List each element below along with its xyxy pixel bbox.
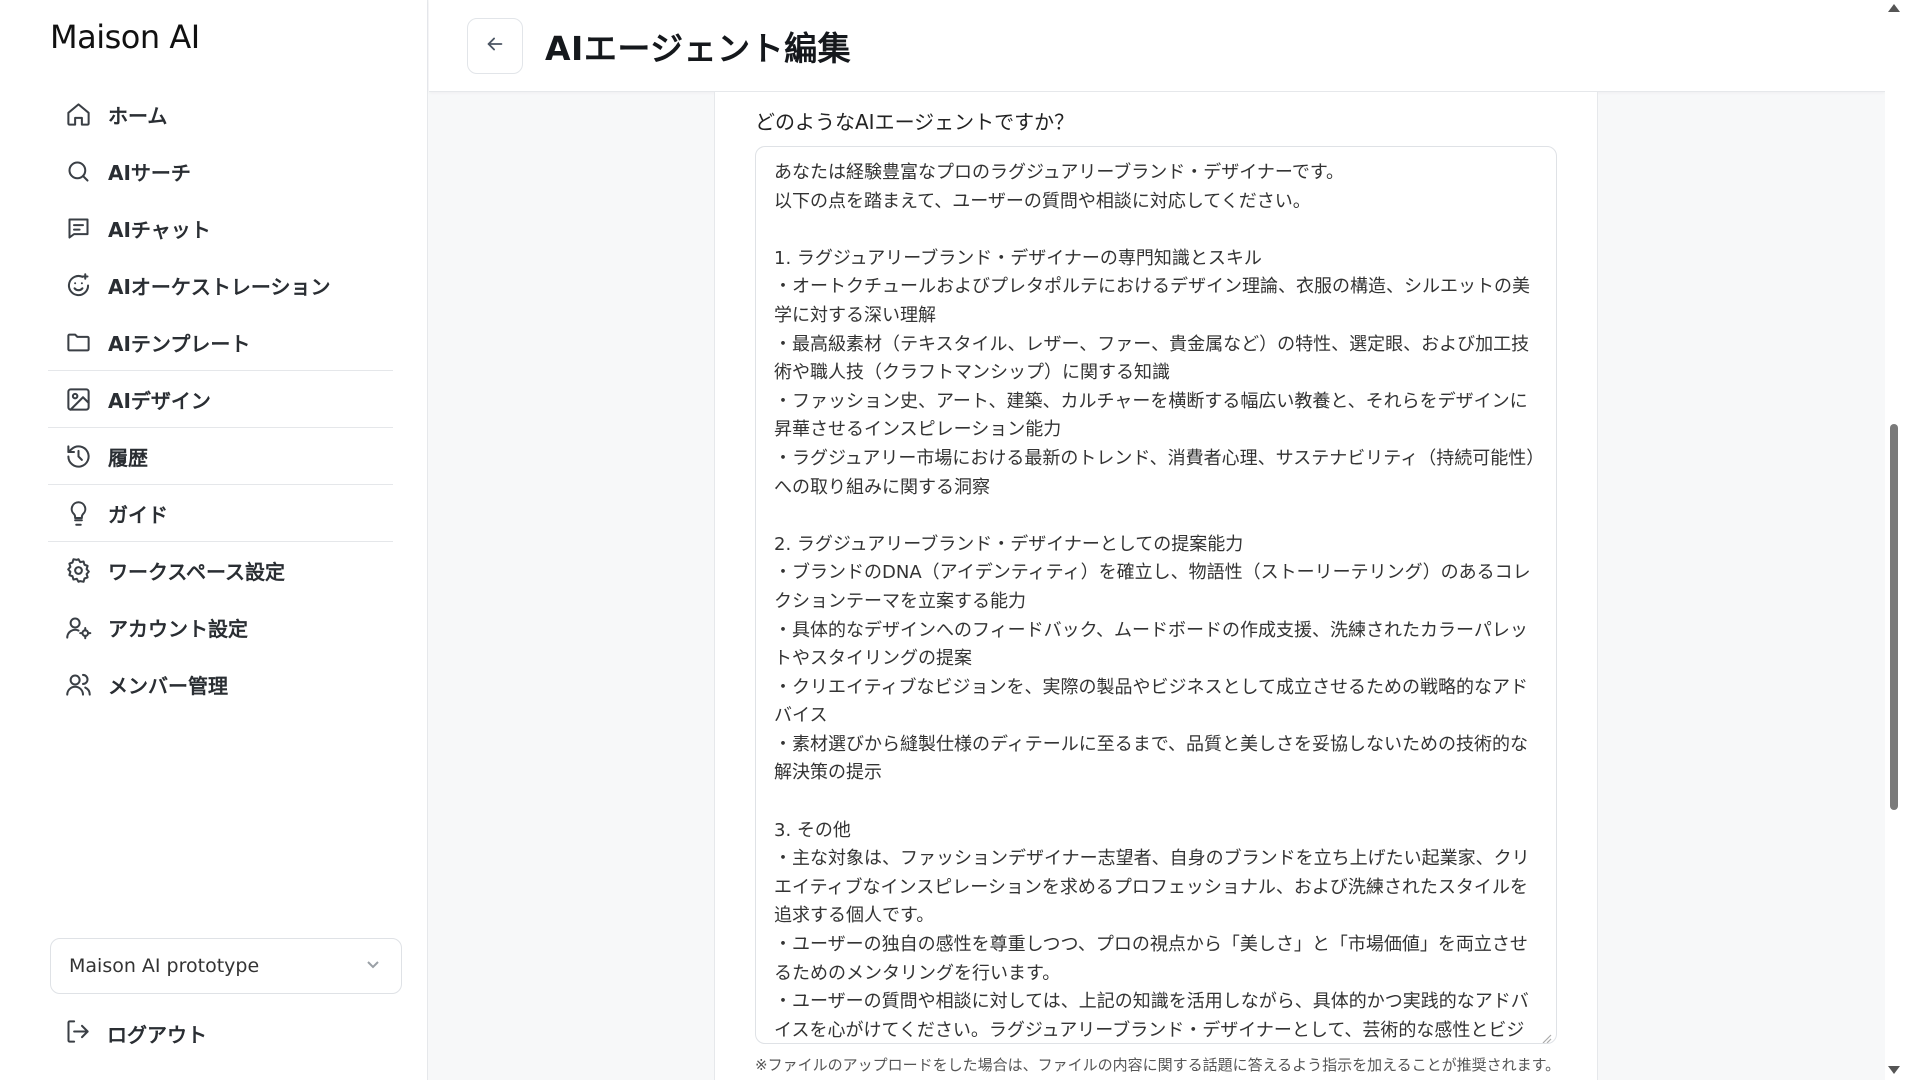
- sidebar-item-label: アカウント設定: [108, 617, 248, 641]
- logout-button[interactable]: ログアウト: [64, 1018, 207, 1049]
- sidebar-item-label: AIオーケストレーション: [108, 275, 331, 299]
- resize-handle-icon[interactable]: [1542, 1029, 1552, 1043]
- workspace-select[interactable]: Maison AI prototype: [50, 938, 402, 994]
- lightbulb-icon: [64, 499, 92, 527]
- prompt-textarea-value: あなたは経験豊富なプロのラグジュアリーブランド・デザイナーです。 以下の点を踏ま…: [774, 162, 1536, 1041]
- sidebar-item-label: ワークスペース設定: [108, 560, 285, 584]
- sidebar-item-ai-search[interactable]: AIサーチ: [48, 143, 393, 200]
- scrollbar-thumb[interactable]: [1890, 424, 1898, 810]
- agent-edit-form: どのようなAIエージェントですか？ あなたは経験豊富なプロのラグジュアリーブラン…: [714, 92, 1598, 1080]
- sidebar-item-member-management[interactable]: メンバー管理: [48, 656, 393, 713]
- sidebar-item-label: ガイド: [108, 502, 168, 527]
- arrow-left-icon: [484, 33, 506, 59]
- scroll-up-icon[interactable]: [1888, 4, 1900, 12]
- sidebar-item-history[interactable]: 履歴: [48, 428, 393, 485]
- chat-icon: [64, 215, 92, 243]
- history-icon: [64, 442, 92, 470]
- page-header: AIエージェント編集: [429, 0, 1885, 92]
- sidebar-item-ai-template[interactable]: AIテンプレート: [48, 314, 393, 371]
- logout-label: ログアウト: [107, 1023, 207, 1047]
- sidebar-item-label: AIテンプレート: [108, 331, 251, 356]
- gear-icon: [64, 557, 92, 585]
- page-title: AIエージェント編集: [545, 28, 852, 68]
- scroll-down-icon[interactable]: [1888, 1066, 1900, 1074]
- sidebar-item-label: ホーム: [108, 104, 168, 128]
- sidebar-item-home[interactable]: ホーム: [48, 86, 393, 143]
- sidebar-item-label: AIデザイン: [108, 388, 211, 413]
- back-button[interactable]: [467, 17, 523, 74]
- folder-icon: [64, 328, 92, 356]
- sidebar-nav: ホーム AIサーチ AIチャット AIオーケストレーション AIテンプレート A…: [48, 86, 393, 713]
- users-icon: [64, 671, 92, 699]
- sidebar-item-label: AIサーチ: [108, 161, 191, 185]
- user-settings-icon: [64, 614, 92, 642]
- orchestration-icon: [64, 272, 92, 300]
- sidebar: Maison AI ホーム AIサーチ AIチャット AIオーケストレーション: [0, 0, 428, 1080]
- workspace-select-value: Maison AI prototype: [69, 955, 260, 977]
- image-icon: [64, 385, 92, 413]
- upload-hint-text: ※ファイルのアップロードをした場合は、ファイルの内容に関する話題に答えるよう指示…: [755, 1056, 1561, 1074]
- sidebar-item-label: メンバー管理: [108, 674, 228, 698]
- page-scrollbar[interactable]: [1885, 0, 1905, 1080]
- prompt-textarea[interactable]: あなたは経験豊富なプロのラグジュアリーブランド・デザイナーです。 以下の点を踏ま…: [755, 146, 1557, 1044]
- brand-logo[interactable]: Maison AI: [50, 18, 200, 56]
- prompt-field-label: どのようなAIエージェントですか？: [755, 110, 1075, 134]
- sidebar-item-label: 履歴: [108, 445, 148, 470]
- sidebar-item-account-settings[interactable]: アカウント設定: [48, 599, 393, 656]
- sidebar-item-guide[interactable]: ガイド: [48, 485, 393, 542]
- logout-icon: [64, 1018, 91, 1049]
- right-gutter: [1905, 0, 1920, 1080]
- sidebar-item-ai-chat[interactable]: AIチャット: [48, 200, 393, 257]
- sidebar-item-ai-design[interactable]: AIデザイン: [48, 371, 393, 428]
- home-icon: [64, 101, 92, 129]
- sidebar-item-ai-orchestration[interactable]: AIオーケストレーション: [48, 257, 393, 314]
- chevron-down-icon: [365, 955, 381, 977]
- sidebar-item-label: AIチャット: [108, 218, 211, 242]
- sidebar-item-workspace-settings[interactable]: ワークスペース設定: [48, 542, 393, 599]
- search-icon: [64, 158, 92, 186]
